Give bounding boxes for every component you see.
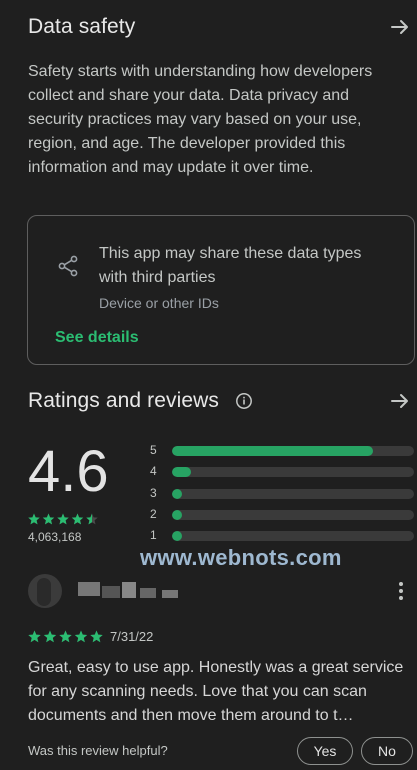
ratings-arrow-right-icon[interactable] — [388, 389, 412, 413]
rating-score: 4.6 — [28, 439, 109, 504]
review-date: 7/31/22 — [110, 629, 154, 644]
rating-bar-row: 1 — [150, 528, 414, 542]
star-filled-icon — [43, 630, 57, 643]
rating-bar-fill — [172, 467, 192, 478]
review-count: 4,063,168 — [28, 530, 82, 544]
rating-bar-track — [172, 509, 414, 520]
rating-bar-fill — [172, 488, 182, 499]
review-stars — [28, 630, 103, 644]
share-icon — [56, 254, 80, 283]
star-filled-icon — [57, 513, 69, 525]
rating-bar-track — [172, 488, 414, 499]
card-subtext: Device or other IDs — [99, 295, 219, 311]
yes-button[interactable]: Yes — [297, 737, 353, 765]
star-filled-icon — [90, 630, 103, 643]
data-safety-card[interactable]: This app may share these data types with… — [27, 215, 415, 365]
watermark-text: www.webnots.com — [140, 545, 342, 570]
rating-bar-label: 5 — [150, 443, 157, 457]
helpful-prompt: Was this review helpful? — [28, 743, 168, 758]
rating-bar-row: 3 — [150, 486, 414, 500]
star-filled-icon — [59, 630, 72, 643]
avatar — [28, 574, 62, 608]
review-text: Great, easy to use app. Honestly was a g… — [28, 659, 404, 724]
rating-bar-row: 5 — [150, 443, 414, 457]
no-button[interactable]: No — [361, 737, 413, 765]
rating-bar-fill — [172, 531, 182, 542]
info-icon[interactable] — [235, 392, 253, 415]
rating-bar-fill — [172, 446, 373, 456]
rating-bar-label: 1 — [150, 528, 157, 543]
rating-bar-track — [172, 467, 414, 478]
redacted-author-name — [78, 580, 178, 600]
rating-bar-track — [172, 446, 414, 456]
more-options-icon[interactable] — [397, 581, 405, 601]
rating-bar-fill — [172, 509, 182, 520]
rating-bar-label: 3 — [150, 485, 157, 500]
rating-bar-row: 4 — [150, 464, 414, 478]
star-filled-icon — [28, 630, 41, 643]
star-filled-icon — [74, 630, 88, 643]
rating-bar-track — [172, 531, 414, 542]
star-filled-icon — [28, 513, 40, 525]
rating-bar-row: 2 — [150, 507, 414, 521]
rating-bar-label: 2 — [150, 506, 157, 521]
data-safety-description: Safety starts with understanding how dev… — [28, 63, 373, 176]
rating-bar-label: 4 — [150, 464, 157, 479]
data-safety-title: Data safety — [28, 15, 136, 38]
star-filled-icon — [42, 513, 55, 525]
arrow-right-icon[interactable] — [388, 15, 412, 39]
ratings-title: Ratings and reviews — [28, 389, 219, 412]
star-filled-icon — [71, 513, 84, 525]
see-details-link[interactable]: See details — [55, 329, 139, 347]
rating-stars — [28, 512, 98, 526]
card-heading: This app may share these data types with… — [99, 245, 362, 286]
